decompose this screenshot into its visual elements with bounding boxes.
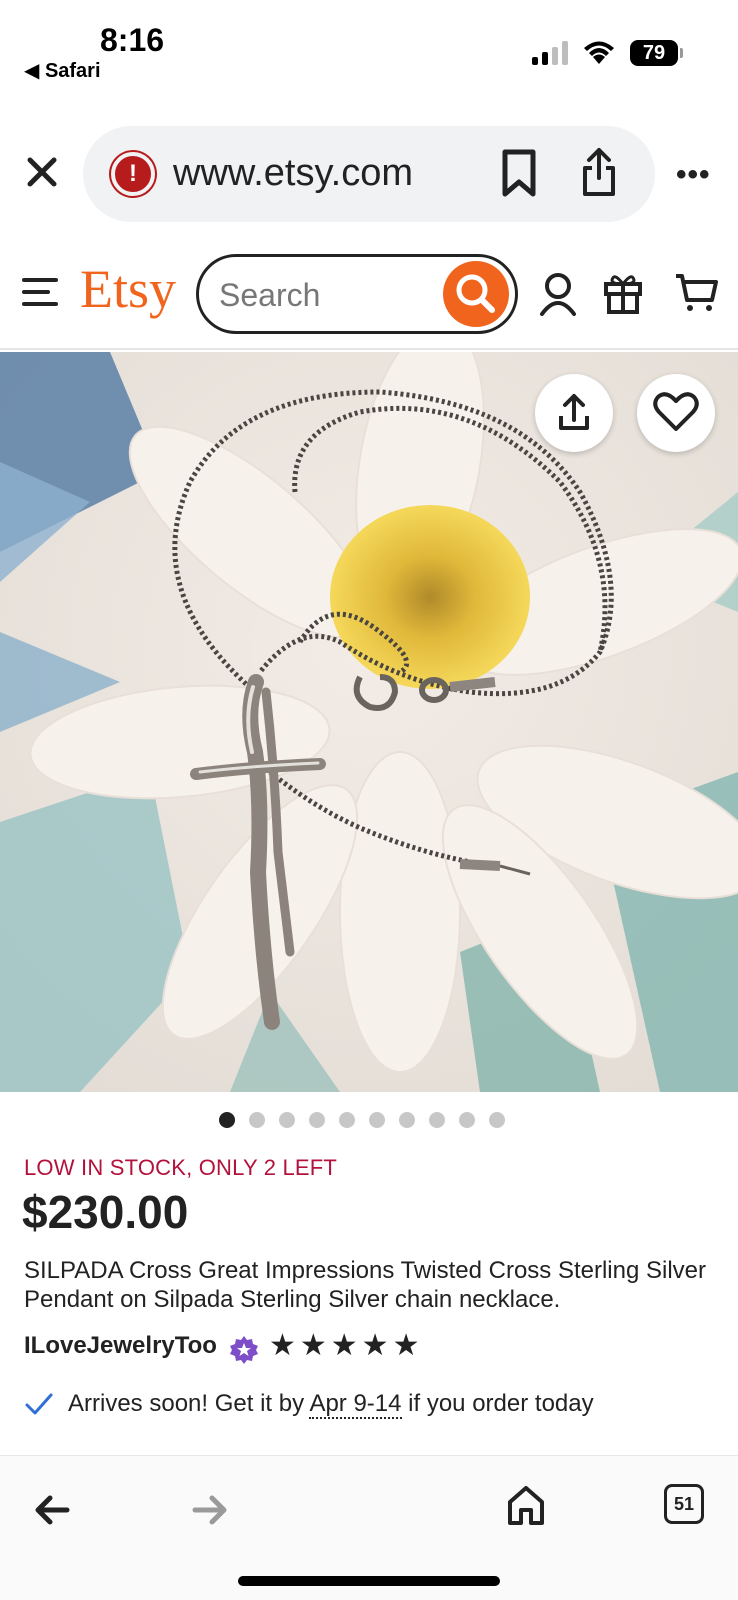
browser-toolbar: ! www.etsy.com ••• bbox=[0, 124, 738, 224]
delivery-date-link[interactable]: Apr 9-14 bbox=[309, 1390, 402, 1419]
star-icon: ★ bbox=[361, 1329, 389, 1362]
carousel-dot[interactable] bbox=[219, 1112, 235, 1128]
home-indicator[interactable] bbox=[238, 1576, 500, 1586]
cart-icon[interactable] bbox=[674, 270, 718, 314]
more-options-button[interactable]: ••• bbox=[676, 158, 716, 191]
delivery-estimate: Arrives soon! Get it by Apr 9-14 if you … bbox=[24, 1390, 594, 1419]
etsy-logo[interactable]: Etsy bbox=[80, 258, 176, 320]
heart-icon bbox=[653, 392, 699, 431]
image-carousel-dots[interactable] bbox=[0, 1112, 738, 1132]
search-box bbox=[196, 254, 518, 334]
product-title: SILPADA Cross Great Impressions Twisted … bbox=[24, 1257, 707, 1313]
share-icon[interactable] bbox=[579, 146, 619, 198]
star-icon: ★ bbox=[268, 1329, 296, 1362]
carousel-dot[interactable] bbox=[369, 1112, 385, 1128]
favorite-button[interactable] bbox=[637, 374, 715, 452]
home-icon[interactable] bbox=[506, 1484, 546, 1526]
etsy-header: Etsy bbox=[0, 250, 738, 350]
seller-row: ILoveJewelryToo ★ ★ ★ ★ ★ bbox=[24, 1328, 419, 1364]
product-photo bbox=[0, 352, 738, 1092]
search-input[interactable] bbox=[219, 275, 419, 315]
gift-icon[interactable] bbox=[602, 268, 644, 316]
product-image[interactable] bbox=[0, 352, 738, 1092]
forward-arrow-icon[interactable] bbox=[192, 1494, 228, 1526]
battery-icon: 79 bbox=[630, 40, 683, 66]
product-price: $230.00 bbox=[22, 1186, 189, 1238]
carousel-dot[interactable] bbox=[429, 1112, 445, 1128]
star-icon: ★ bbox=[392, 1329, 420, 1362]
status-icons: 79 bbox=[532, 40, 683, 66]
carousel-dot[interactable] bbox=[249, 1112, 265, 1128]
delivery-prefix: Arrives soon! Get it by bbox=[68, 1390, 310, 1417]
star-icon: ★ bbox=[330, 1329, 358, 1362]
close-icon[interactable] bbox=[22, 152, 62, 192]
status-time: 8:16 bbox=[100, 22, 165, 58]
check-icon bbox=[25, 1393, 53, 1415]
back-arrow-icon[interactable] bbox=[34, 1494, 70, 1526]
star-seller-badge-icon bbox=[229, 1336, 258, 1364]
tabs-button[interactable]: 51 bbox=[664, 1484, 704, 1524]
search-icon bbox=[456, 274, 495, 313]
carousel-dot[interactable] bbox=[279, 1112, 295, 1128]
stock-notice: LOW IN STOCK, ONLY 2 LEFT bbox=[24, 1155, 338, 1180]
star-icon: ★ bbox=[299, 1329, 327, 1362]
account-icon[interactable] bbox=[538, 270, 578, 318]
delivery-suffix: if you order today bbox=[401, 1390, 594, 1417]
menu-icon[interactable] bbox=[22, 278, 60, 312]
carousel-dot[interactable] bbox=[489, 1112, 505, 1128]
share-listing-button[interactable] bbox=[535, 374, 613, 452]
seller-name-link[interactable]: ILoveJewelryToo bbox=[24, 1332, 217, 1360]
carousel-dot[interactable] bbox=[399, 1112, 415, 1128]
back-to-safari-link[interactable]: ◀ Safari bbox=[24, 58, 101, 83]
rating-stars[interactable]: ★ ★ ★ ★ ★ bbox=[269, 1331, 420, 1361]
search-button[interactable] bbox=[443, 261, 509, 327]
bookmark-icon[interactable] bbox=[499, 148, 539, 198]
share-icon bbox=[559, 394, 589, 430]
insecure-alert-icon[interactable]: ! bbox=[111, 152, 155, 196]
carousel-dot[interactable] bbox=[309, 1112, 325, 1128]
status-bar: 8:16 ◀ Safari 79 bbox=[0, 0, 738, 100]
delivery-text: Arrives soon! Get it by Apr 9-14 if you … bbox=[68, 1390, 594, 1419]
carousel-dot[interactable] bbox=[339, 1112, 355, 1128]
cellular-signal-icon bbox=[532, 41, 568, 65]
wifi-icon bbox=[584, 41, 614, 64]
url-text[interactable]: www.etsy.com bbox=[173, 152, 413, 195]
carousel-dot[interactable] bbox=[459, 1112, 475, 1128]
address-bar[interactable]: ! www.etsy.com bbox=[83, 126, 655, 222]
